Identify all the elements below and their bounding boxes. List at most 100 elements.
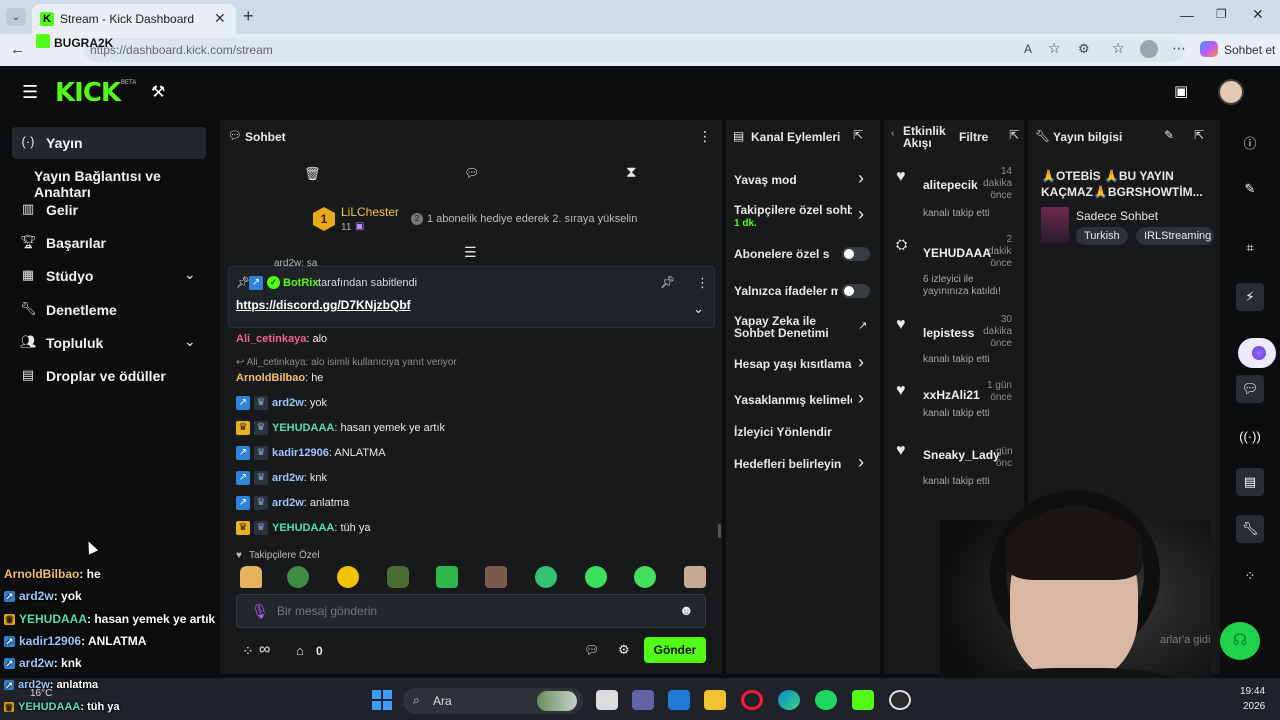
back-icon[interactable]: ← [10,41,25,58]
read-aloud-icon[interactable]: A [1024,42,1032,56]
assistant-orb-icon[interactable] [1238,338,1276,368]
layout-icon[interactable]: ▤ [1236,468,1264,496]
chat-scrollbar[interactable] [718,524,721,538]
chat-bubble-icon[interactable]: 💬︎ [1236,375,1264,403]
emote-icon[interactable] [485,566,507,588]
chat-more-icon[interactable]: ⋮ [698,128,712,145]
pinned-more-icon[interactable]: ⋮ [696,275,709,291]
obs-icon[interactable] [889,690,911,710]
popout-icon[interactable]: ⇱ [853,128,863,142]
browser-tab[interactable]: K Stream - Kick Dashboard ✕ [32,4,236,34]
kicks-icon[interactable]: ⁘ [242,643,254,660]
emote-icon[interactable] [337,566,359,588]
send-button[interactable]: Gönder [644,637,706,663]
chat-username[interactable]: YEHUDAAA [272,522,334,534]
action-account-age[interactable]: Hesap yaşı kısıtlaması › [734,352,874,374]
task-view-icon[interactable] [596,690,618,710]
broadcast-icon[interactable]: ((·)) [1236,422,1264,450]
windows-start-icon[interactable] [372,690,392,710]
clock-date[interactable]: 2026 [1243,701,1265,712]
sidebar-item-denetleme[interactable]: 🔧︎ Denetleme [12,294,206,326]
copilot-icon[interactable] [1200,41,1218,57]
favorites-bar-icon[interactable]: ☆ [1112,40,1125,57]
chat-username[interactable]: YEHUDAAA [272,422,334,434]
trash-icon[interactable]: 🗑︎ [304,166,321,182]
emote-icon[interactable] [287,566,309,588]
chat-username[interactable]: ard2w [272,397,304,409]
emote-icon[interactable] [240,566,262,588]
kicks-icon[interactable]: ⁘ [1236,562,1264,590]
profile-avatar[interactable] [1140,40,1158,58]
sidebar-item-basarilar[interactable]: 🏆︎ Başarılar [12,227,206,259]
emote-icon[interactable] [634,566,656,588]
action-subscribers-only[interactable]: Abonelere özel sohbet [734,244,874,264]
chat-settings-bubble-icon[interactable]: 💬︎ [584,643,599,657]
subscribers-only-toggle[interactable] [842,247,870,261]
edge-icon[interactable] [778,690,800,710]
activity-filter[interactable]: Filtre [959,130,988,144]
edit-pencil-icon[interactable]: ✎ [1164,128,1174,142]
chat-input[interactable] [277,601,657,621]
file-explorer-icon[interactable] [704,690,726,710]
expand-pinned-icon[interactable]: ⌄ [693,301,704,317]
sidebar-item-topluluk[interactable]: 👥︎ Topluluk ⌄ [12,327,206,359]
copilot-label[interactable]: Sohbet et [1224,43,1275,57]
more-icon[interactable]: ⋯ [1172,40,1186,57]
taskbar-search[interactable]: ⌕ Ara [403,688,583,714]
action-host[interactable]: İzleyici Yönlendir [734,422,874,442]
action-goals[interactable]: Hedefleri belirleyin › [734,452,874,474]
sidebar-item-droplar[interactable]: ▤ Droplar ve ödüller [12,360,206,392]
sidebar-item-yayin[interactable]: (·) Yayın [12,127,206,159]
pinned-author[interactable]: BotRix [283,277,318,289]
lightning-icon[interactable]: ⚡︎ [1236,283,1264,311]
close-window-icon[interactable]: ✕ [1252,6,1264,23]
chat-username[interactable]: Ali_cetinkaya [236,333,306,345]
info-icon[interactable]: ⓘ [1236,128,1264,156]
maximize-icon[interactable]: ❐ [1216,7,1227,21]
action-slow-mode[interactable]: Yavaş mod › [734,168,874,190]
new-tab-icon[interactable]: + [243,6,254,27]
emoji-icon[interactable]: ☻ [679,602,694,618]
wrench-icon[interactable]: 🔧︎ [1236,515,1264,543]
tab-close-icon[interactable]: ✕ [214,10,226,27]
edit-icon[interactable]: ✎ [1236,175,1264,203]
tag[interactable]: Turkish [1076,227,1128,245]
hammer-icon[interactable]: ⚒ [151,82,165,102]
action-followers-only[interactable]: Takipçilere özel sohbet 1 dk. › [734,202,874,232]
extensions-icon[interactable]: ⚙ [1078,41,1090,57]
chat-username[interactable]: ArnoldBilbao [236,372,305,384]
store-app-icon[interactable] [668,690,690,710]
chat-input-box[interactable]: 🎙︎ ☻ [236,594,706,628]
pinned-link[interactable]: https://discord.gg/D7KNjzbQbf [236,298,411,312]
emotes-only-toggle[interactable] [842,284,870,298]
stream-preview-icon[interactable]: ▣ [1174,82,1188,100]
activity-popout-icon[interactable]: ⇱ [1009,128,1019,142]
drag-handle-icon[interactable]: ‹ [891,128,894,139]
clock-time[interactable]: 19:44 [1240,686,1265,697]
minimize-icon[interactable]: — [1180,7,1194,23]
url-field[interactable]: https://dashboard.kick.com/stream [84,38,1184,62]
tab-list-icon[interactable]: ⌄ [6,8,26,26]
stream-info-popout-icon[interactable]: ⇱ [1194,128,1204,142]
collapse-icon[interactable]: ☰ [464,244,477,261]
microphone-icon[interactable]: 🎙︎ [251,603,269,620]
spotify-icon[interactable] [815,690,837,710]
sidebar-item-gelir[interactable]: ▥ Gelir [12,194,206,226]
chat-username[interactable]: ard2w [272,497,304,509]
emote-icon[interactable] [387,566,409,588]
kick-app-icon[interactable] [852,690,874,710]
chat-mode-icon[interactable]: 💬︎ [464,166,479,180]
tag[interactable]: IRLStreaming [1136,227,1214,245]
emote-icon[interactable] [535,566,557,588]
store-icon[interactable]: ⌂ [296,643,304,658]
weather-text[interactable]: 16°C [30,688,52,699]
chat-username[interactable]: kadir12906 [272,447,329,459]
favorite-icon[interactable]: ☆ [1048,40,1061,57]
menu-icon[interactable]: ☰ [22,82,38,103]
unpin-icon[interactable]: 📌︎ [660,275,675,289]
action-ai-moderation[interactable]: Yapay Zeka ile Sohbet Denetimi ↗ [734,314,874,342]
action-banned-words[interactable]: Yasaklanmış kelimeler › [734,388,874,410]
user-avatar[interactable] [1218,79,1244,105]
settings-gear-icon[interactable]: ⚙ [618,642,630,658]
hourglass-icon[interactable]: ⧗ [626,164,637,181]
